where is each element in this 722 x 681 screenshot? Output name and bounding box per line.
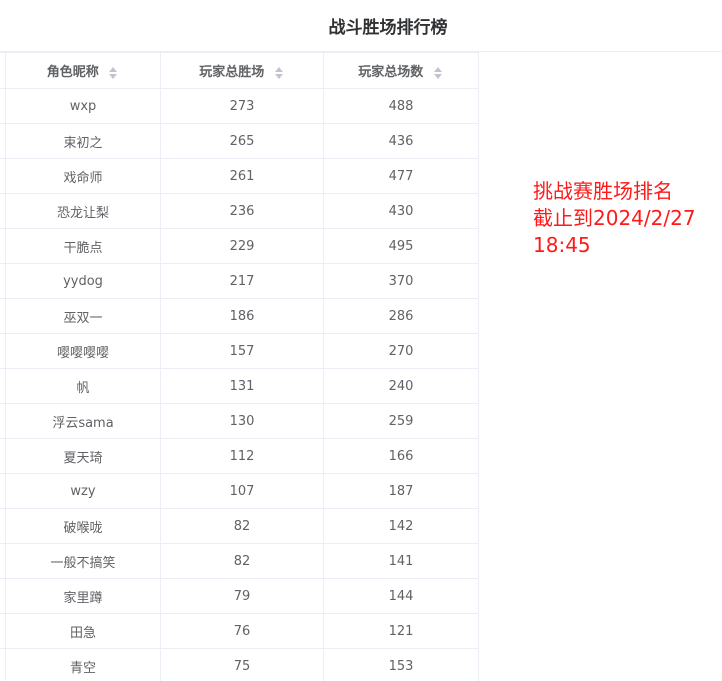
table-cell-total-games: 259: [323, 403, 479, 439]
table-cell-total-wins: 75: [160, 648, 324, 681]
table-cell-total-games: 153: [323, 648, 479, 681]
table-cell-total-games: 187: [323, 473, 479, 509]
table-cell-total-games: 270: [323, 333, 479, 369]
table-cell-total-games: 121: [323, 613, 479, 649]
annotation-line: 截止到2024/2/27: [533, 206, 696, 230]
table-row[interactable]: 干脆点 229 495: [0, 228, 479, 264]
sort-caret-icon[interactable]: [109, 66, 119, 80]
table-cell-nickname: wxp: [5, 88, 161, 124]
table-cell-total-games: 286: [323, 298, 479, 334]
table-cell-nickname: 田急: [5, 613, 161, 649]
annotation-line: 18:45: [533, 233, 591, 257]
table-cell-nickname: 巫双一: [5, 298, 161, 334]
table-cell-total-wins: 186: [160, 298, 324, 334]
table-cell-total-wins: 217: [160, 263, 324, 299]
column-header-nickname[interactable]: 角色昵称: [5, 52, 161, 89]
table-row[interactable]: 戏命师 261 477: [0, 158, 479, 194]
annotation-line: 挑战赛胜场排名: [533, 179, 673, 203]
table-cell-nickname: 嘤嘤嘤嘤: [5, 333, 161, 369]
table-cell-nickname: 恐龙让梨: [5, 193, 161, 229]
table-cell-total-wins: 107: [160, 473, 324, 509]
table-cell-total-games: 240: [323, 368, 479, 404]
table-cell-nickname: 家里蹲: [5, 578, 161, 614]
annotation-note: 挑战赛胜场排名 截止到2024/2/27 18:45: [533, 178, 722, 259]
column-header-total-games[interactable]: 玩家总场数: [323, 52, 479, 89]
table-row[interactable]: 家里蹲 79 144: [0, 578, 479, 614]
table-row[interactable]: 田急 76 121: [0, 613, 479, 649]
table-header-row: 角色昵称 玩家总胜场 玩家总场数: [0, 52, 479, 89]
table-cell-total-games: 166: [323, 438, 479, 474]
table-cell-total-wins: 82: [160, 543, 324, 579]
ranking-table: 角色昵称 玩家总胜场 玩家总场数 wxp 273 488 束初之 265 436 戏命师 26…: [0, 52, 479, 681]
table-cell-nickname: 帆: [5, 368, 161, 404]
ranking-page: 战斗胜场排行榜 角色昵称 玩家总胜场 玩家总场数 wxp 273 488 束初之…: [0, 0, 722, 681]
column-header-label: 玩家总胜场: [199, 65, 265, 80]
table-row[interactable]: 浮云sama 130 259: [0, 403, 479, 439]
table-row[interactable]: 夏天琦 112 166: [0, 438, 479, 474]
table-body: wxp 273 488 束初之 265 436 戏命师 261 477 恐龙让梨 236 430 干脆点…: [0, 88, 479, 681]
table-row[interactable]: 破喉咙 82 142: [0, 508, 479, 544]
column-header-label: 玩家总场数: [358, 65, 424, 80]
table-cell-total-wins: 229: [160, 228, 324, 264]
table-row[interactable]: 帆 131 240: [0, 368, 479, 404]
title-bar: 战斗胜场排行榜: [0, 0, 722, 52]
table-cell-total-wins: 112: [160, 438, 324, 474]
table-cell-total-wins: 82: [160, 508, 324, 544]
table-cell-nickname: 夏天琦: [5, 438, 161, 474]
table-cell-nickname: 破喉咙: [5, 508, 161, 544]
table-cell-nickname: 干脆点: [5, 228, 161, 264]
table-cell-total-games: 488: [323, 88, 479, 124]
table-row[interactable]: yydog 217 370: [0, 263, 479, 299]
table-cell-total-wins: 273: [160, 88, 324, 124]
table-row[interactable]: 嘤嘤嘤嘤 157 270: [0, 333, 479, 369]
table-cell-nickname: 青空: [5, 648, 161, 681]
table-row[interactable]: 束初之 265 436: [0, 123, 479, 159]
table-row[interactable]: wzy 107 187: [0, 473, 479, 509]
sort-caret-icon[interactable]: [274, 66, 285, 80]
page-title: 战斗胜场排行榜: [328, 18, 448, 38]
table-cell-total-wins: 131: [160, 368, 324, 404]
sort-caret-icon[interactable]: [433, 66, 444, 80]
table-cell-total-games: 370: [323, 263, 479, 299]
table-cell-nickname: 戏命师: [5, 158, 161, 194]
table-row[interactable]: 青空 75 153: [0, 648, 479, 681]
table-cell-total-games: 495: [323, 228, 479, 264]
table-row[interactable]: 巫双一 186 286: [0, 298, 479, 334]
table-cell-total-wins: 236: [160, 193, 324, 229]
table-cell-total-games: 141: [323, 543, 479, 579]
table-cell-nickname: 浮云sama: [5, 403, 161, 439]
table-cell-total-wins: 76: [160, 613, 324, 649]
table-cell-total-wins: 265: [160, 123, 324, 159]
table-row[interactable]: 一般不搞笑 82 141: [0, 543, 479, 579]
table-cell-total-wins: 157: [160, 333, 324, 369]
table-cell-total-games: 142: [323, 508, 479, 544]
table-cell-total-wins: 130: [160, 403, 324, 439]
table-row[interactable]: wxp 273 488: [0, 88, 479, 124]
table-row[interactable]: 恐龙让梨 236 430: [0, 193, 479, 229]
table-cell-total-games: 436: [323, 123, 479, 159]
table-cell-total-wins: 261: [160, 158, 324, 194]
column-header-total-wins[interactable]: 玩家总胜场: [160, 52, 324, 89]
table-cell-nickname: 一般不搞笑: [5, 543, 161, 579]
table-cell-nickname: 束初之: [5, 123, 161, 159]
table-cell-total-games: 430: [323, 193, 479, 229]
column-header-label: 角色昵称: [46, 65, 99, 80]
table-cell-total-games: 144: [323, 578, 479, 614]
table-cell-total-games: 477: [323, 158, 479, 194]
table-cell-nickname: wzy: [5, 473, 161, 509]
table-cell-nickname: yydog: [5, 263, 161, 299]
table-cell-total-wins: 79: [160, 578, 324, 614]
